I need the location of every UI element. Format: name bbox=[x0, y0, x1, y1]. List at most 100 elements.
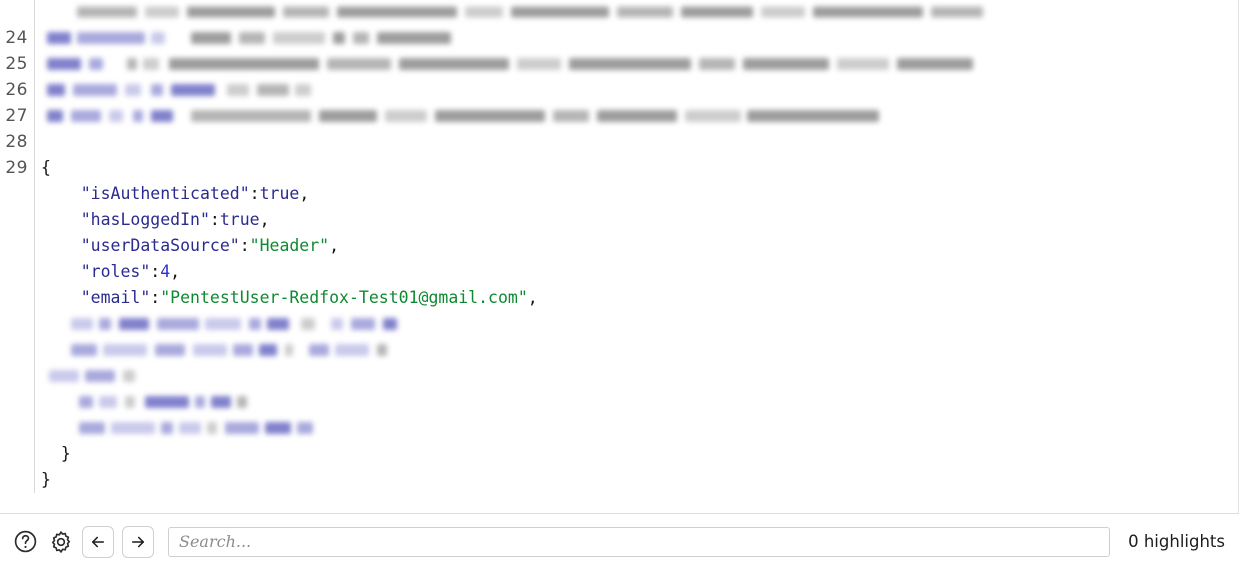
search-previous-button[interactable] bbox=[82, 525, 114, 558]
code-pane[interactable]: 24 25 26 27 28 29{ "isAuthenticated":true, "… bbox=[0, 0, 1239, 513]
redaction-blob bbox=[207, 422, 217, 434]
redacted-line bbox=[35, 25, 1238, 51]
redaction-blob bbox=[171, 84, 215, 96]
search-next-button[interactable] bbox=[122, 525, 154, 558]
line-number: 26 bbox=[5, 80, 28, 100]
redaction-blob bbox=[79, 422, 105, 434]
code-line bbox=[0, 363, 1238, 389]
redaction-blob bbox=[99, 318, 111, 330]
redaction-blob bbox=[125, 84, 141, 96]
redaction-blob bbox=[79, 396, 93, 408]
redaction-blob bbox=[897, 58, 973, 70]
redaction-blobs bbox=[41, 389, 1238, 415]
redaction-blob bbox=[195, 396, 205, 408]
redaction-blob bbox=[813, 6, 923, 18]
redaction-blob bbox=[239, 32, 265, 44]
redaction-blob bbox=[123, 370, 135, 382]
json-token-punct: } bbox=[41, 444, 71, 463]
redaction-blob bbox=[383, 318, 397, 330]
redaction-blob bbox=[155, 344, 185, 356]
redaction-blob bbox=[143, 58, 159, 70]
json-token-key: "userDataSource" bbox=[80, 236, 240, 255]
code-line bbox=[0, 337, 1238, 363]
redaction-blob bbox=[267, 318, 289, 330]
redaction-blob bbox=[465, 6, 503, 18]
redaction-blob bbox=[569, 58, 691, 70]
redaction-blob bbox=[511, 6, 609, 18]
redaction-blob bbox=[111, 422, 155, 434]
redaction-blob bbox=[747, 110, 879, 122]
code-line-text: "userDataSource":"Header", bbox=[35, 233, 1238, 259]
gear-icon[interactable] bbox=[46, 527, 76, 557]
redaction-blob bbox=[47, 84, 65, 96]
bottom-toolbar: 0 highlights bbox=[0, 514, 1239, 569]
json-token-str: "PentestUser-Redfox-Test01@gmail.com" bbox=[160, 288, 528, 307]
redaction-blob bbox=[211, 396, 231, 408]
redaction-blob bbox=[699, 58, 735, 70]
redaction-blob bbox=[71, 110, 101, 122]
code-line-text: { bbox=[35, 155, 1238, 181]
redaction-blob bbox=[331, 318, 343, 330]
code-line-text: "roles":4, bbox=[35, 259, 1238, 285]
code-line-text: "email":"PentestUser-Redfox-Test01@gmail… bbox=[35, 285, 1238, 311]
redaction-blob bbox=[681, 6, 753, 18]
redaction-blob bbox=[931, 6, 983, 18]
redaction-blob bbox=[743, 58, 829, 70]
line-number: 27 bbox=[5, 106, 28, 126]
redaction-blob bbox=[761, 6, 805, 18]
redaction-blob bbox=[285, 344, 293, 356]
line-number: 29 bbox=[5, 158, 28, 178]
redaction-blob bbox=[309, 344, 329, 356]
json-token-key: "hasLoggedIn" bbox=[80, 210, 210, 229]
redaction-blob bbox=[597, 110, 677, 122]
redaction-blob bbox=[237, 396, 247, 408]
json-token-punct: , bbox=[527, 288, 538, 307]
redaction-blob bbox=[319, 110, 377, 122]
redaction-blob bbox=[353, 32, 369, 44]
redaction-blob bbox=[399, 58, 509, 70]
json-token-punct bbox=[41, 236, 81, 255]
redaction-blob bbox=[103, 344, 147, 356]
redaction-blob bbox=[77, 6, 137, 18]
redaction-blob bbox=[265, 422, 291, 434]
redaction-blob bbox=[337, 6, 457, 18]
redaction-blob bbox=[125, 396, 135, 408]
redaction-blobs bbox=[41, 103, 1238, 129]
code-line: "email":"PentestUser-Redfox-Test01@gmail… bbox=[0, 285, 1238, 311]
redacted-line bbox=[35, 77, 1238, 103]
redaction-blob bbox=[233, 344, 253, 356]
json-token-punct: } bbox=[41, 470, 51, 489]
redaction-blob bbox=[553, 110, 589, 122]
code-line: 26 bbox=[0, 77, 1238, 103]
redaction-blob bbox=[187, 6, 275, 18]
help-icon[interactable] bbox=[10, 527, 40, 557]
code-line: "isAuthenticated":true, bbox=[0, 181, 1238, 207]
redacted-line bbox=[35, 363, 1238, 389]
highlights-count: 0 highlights bbox=[1128, 532, 1225, 551]
line-number: 24 bbox=[5, 28, 28, 48]
code-line: "userDataSource":"Header", bbox=[0, 233, 1238, 259]
search-input[interactable] bbox=[168, 526, 1111, 557]
json-token-punct: , bbox=[299, 184, 310, 203]
redaction-blob bbox=[151, 110, 173, 122]
json-token-bool: true bbox=[219, 210, 260, 229]
redaction-blob bbox=[133, 110, 143, 122]
json-token-str: "Header" bbox=[249, 236, 330, 255]
line-number: 25 bbox=[5, 54, 28, 74]
redaction-blob bbox=[385, 110, 427, 122]
json-token-punct bbox=[41, 184, 81, 203]
code-line: "hasLoggedIn":true, bbox=[0, 207, 1238, 233]
code-line: } bbox=[0, 467, 1238, 493]
redaction-blob bbox=[517, 58, 561, 70]
redaction-blob bbox=[193, 344, 227, 356]
json-viewer: 24 25 26 27 28 29{ "isAuthenticated":true, "… bbox=[0, 0, 1239, 569]
redaction-blob bbox=[205, 318, 241, 330]
code-line: 25 bbox=[0, 51, 1238, 77]
json-token-punct: { bbox=[41, 158, 51, 177]
redaction-blob bbox=[127, 58, 137, 70]
json-token-punct: : bbox=[209, 210, 220, 229]
code-line bbox=[0, 0, 1238, 25]
redaction-blob bbox=[351, 318, 375, 330]
redaction-blobs bbox=[41, 363, 1238, 389]
code-line: 24 bbox=[0, 25, 1238, 51]
